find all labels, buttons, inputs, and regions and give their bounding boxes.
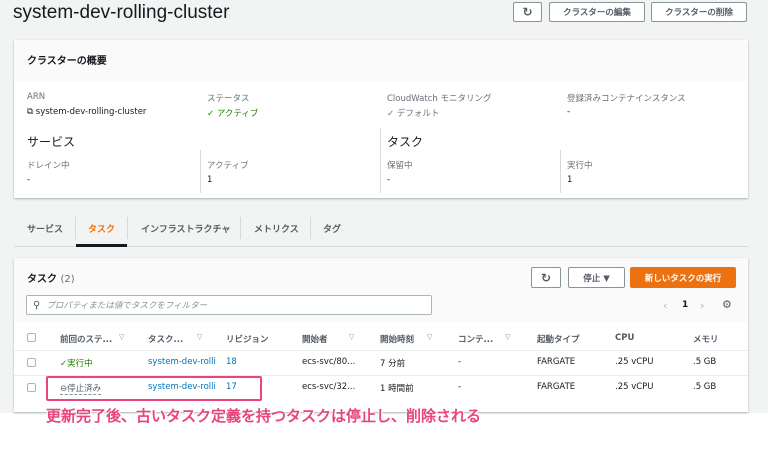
column-header[interactable]: メモリ: [693, 333, 719, 345]
services-heading: サービス: [27, 135, 76, 149]
sort-icon[interactable]: ▽: [349, 333, 354, 341]
launch-type: FARGATE: [537, 357, 576, 367]
overview-title: クラスターの概要: [27, 56, 107, 67]
column-header[interactable]: 起動タイプ: [537, 333, 580, 345]
instances-label: 登録済みコンテナインスタンス: [567, 94, 686, 104]
tab-services[interactable]: サービス: [27, 222, 63, 235]
container: -: [458, 357, 462, 367]
divider: [380, 128, 381, 193]
pending-label: 保留中: [387, 161, 413, 171]
started-by: ecs-svc/32...: [302, 382, 356, 392]
tab-tasks[interactable]: タスク: [88, 222, 115, 235]
cpu: .25 vCPU: [615, 382, 654, 392]
draining-label: ドレイン中: [27, 161, 70, 171]
search-icon: ⚲: [33, 299, 41, 311]
refresh-icon: ↻: [522, 5, 533, 19]
sort-icon[interactable]: ▽: [505, 333, 510, 341]
prev-page-icon[interactable]: ‹: [663, 299, 667, 312]
tasks-title: タスク (2): [27, 274, 75, 285]
sort-icon[interactable]: ▽: [197, 333, 202, 341]
started-at: 1 時間前: [380, 384, 414, 394]
draining-value: -: [27, 175, 31, 185]
task-link[interactable]: system-dev-rolli: [148, 357, 216, 367]
cluster-overview-panel: [14, 40, 748, 198]
row-checkbox[interactable]: [27, 358, 36, 367]
tasks-refresh-button[interactable]: ↻: [531, 267, 561, 288]
running-value: 1: [567, 175, 573, 185]
status-label: ステータス: [207, 94, 250, 104]
column-header[interactable]: 開始者: [302, 333, 328, 345]
active-label: アクティブ: [207, 161, 249, 171]
tab-divider: [240, 217, 241, 239]
instances-value: -: [567, 107, 571, 117]
launch-type: FARGATE: [537, 382, 576, 392]
row-divider: [14, 350, 748, 351]
tab-metrics[interactable]: メトリクス: [254, 222, 299, 235]
task-status: ✓実行中: [60, 359, 93, 369]
run-new-task-button[interactable]: 新しいタスクの実行: [630, 267, 736, 288]
row-checkbox[interactable]: [27, 383, 36, 392]
panel-header: [14, 40, 748, 81]
settings-gear-icon[interactable]: ⚙: [722, 298, 732, 311]
arn-label: ARN: [27, 92, 46, 102]
column-header[interactable]: コンテ...: [458, 333, 493, 345]
column-header[interactable]: CPU: [615, 333, 634, 343]
running-label: 実行中: [567, 161, 593, 171]
started-by: ecs-svc/80...: [302, 357, 356, 367]
refresh-button[interactable]: ↻: [513, 2, 542, 22]
tab-tags[interactable]: タグ: [323, 222, 341, 235]
tab-divider: [127, 217, 128, 239]
stop-dropdown-button[interactable]: 停止 ▼: [568, 267, 625, 288]
status-value: ✓ アクティブ: [207, 109, 259, 119]
page-title: system-dev-rolling-cluster: [13, 2, 230, 23]
memory: .5 GB: [693, 382, 717, 392]
revision-link[interactable]: 18: [226, 357, 237, 367]
edit-cluster-button[interactable]: クラスターの編集: [549, 2, 645, 22]
active-tab-indicator: [76, 244, 127, 247]
filter-input[interactable]: ⚲ プロパティまたは値でタスクをフィルター: [26, 295, 432, 315]
pending-value: -: [387, 175, 391, 185]
page-number[interactable]: 1: [682, 300, 688, 310]
tab-divider: [310, 217, 311, 239]
container: -: [458, 382, 462, 392]
tasks-heading: タスク: [387, 135, 424, 149]
divider: [200, 150, 201, 193]
refresh-icon: ↻: [540, 270, 552, 285]
copy-icon[interactable]: ⧉: [27, 107, 33, 117]
column-header[interactable]: リビジョン: [226, 333, 269, 345]
arn-value: ⧉ system-dev-rolling-cluster: [27, 107, 147, 117]
cpu: .25 vCPU: [615, 357, 654, 367]
tab-divider: [75, 217, 76, 239]
sort-icon[interactable]: ▽: [427, 333, 432, 341]
tab-infrastructure[interactable]: インフラストラクチャ: [141, 222, 230, 235]
memory: .5 GB: [693, 357, 717, 367]
highlight-box: [46, 376, 262, 401]
column-header[interactable]: 開始時刻: [380, 333, 414, 345]
next-page-icon[interactable]: ›: [700, 299, 704, 312]
delete-cluster-button[interactable]: クラスターの削除: [651, 2, 747, 22]
check-circle-icon: ✓: [207, 109, 215, 119]
annotation-text: 更新完了後、古いタスク定義を持つタスクは停止し、削除される: [46, 407, 482, 425]
select-all-checkbox[interactable]: [27, 333, 36, 342]
cloudwatch-label: CloudWatch モニタリング: [387, 94, 492, 104]
sort-icon[interactable]: ▽: [119, 333, 124, 341]
check-circle-icon: ✓: [387, 109, 395, 119]
divider: [560, 150, 561, 193]
column-header[interactable]: タスク...: [148, 333, 183, 345]
column-header[interactable]: 前回のステ...: [60, 333, 112, 345]
active-value: 1: [207, 175, 213, 185]
cloudwatch-value: ✓ デフォルト: [387, 109, 440, 119]
started-at: 7 分前: [380, 359, 406, 369]
